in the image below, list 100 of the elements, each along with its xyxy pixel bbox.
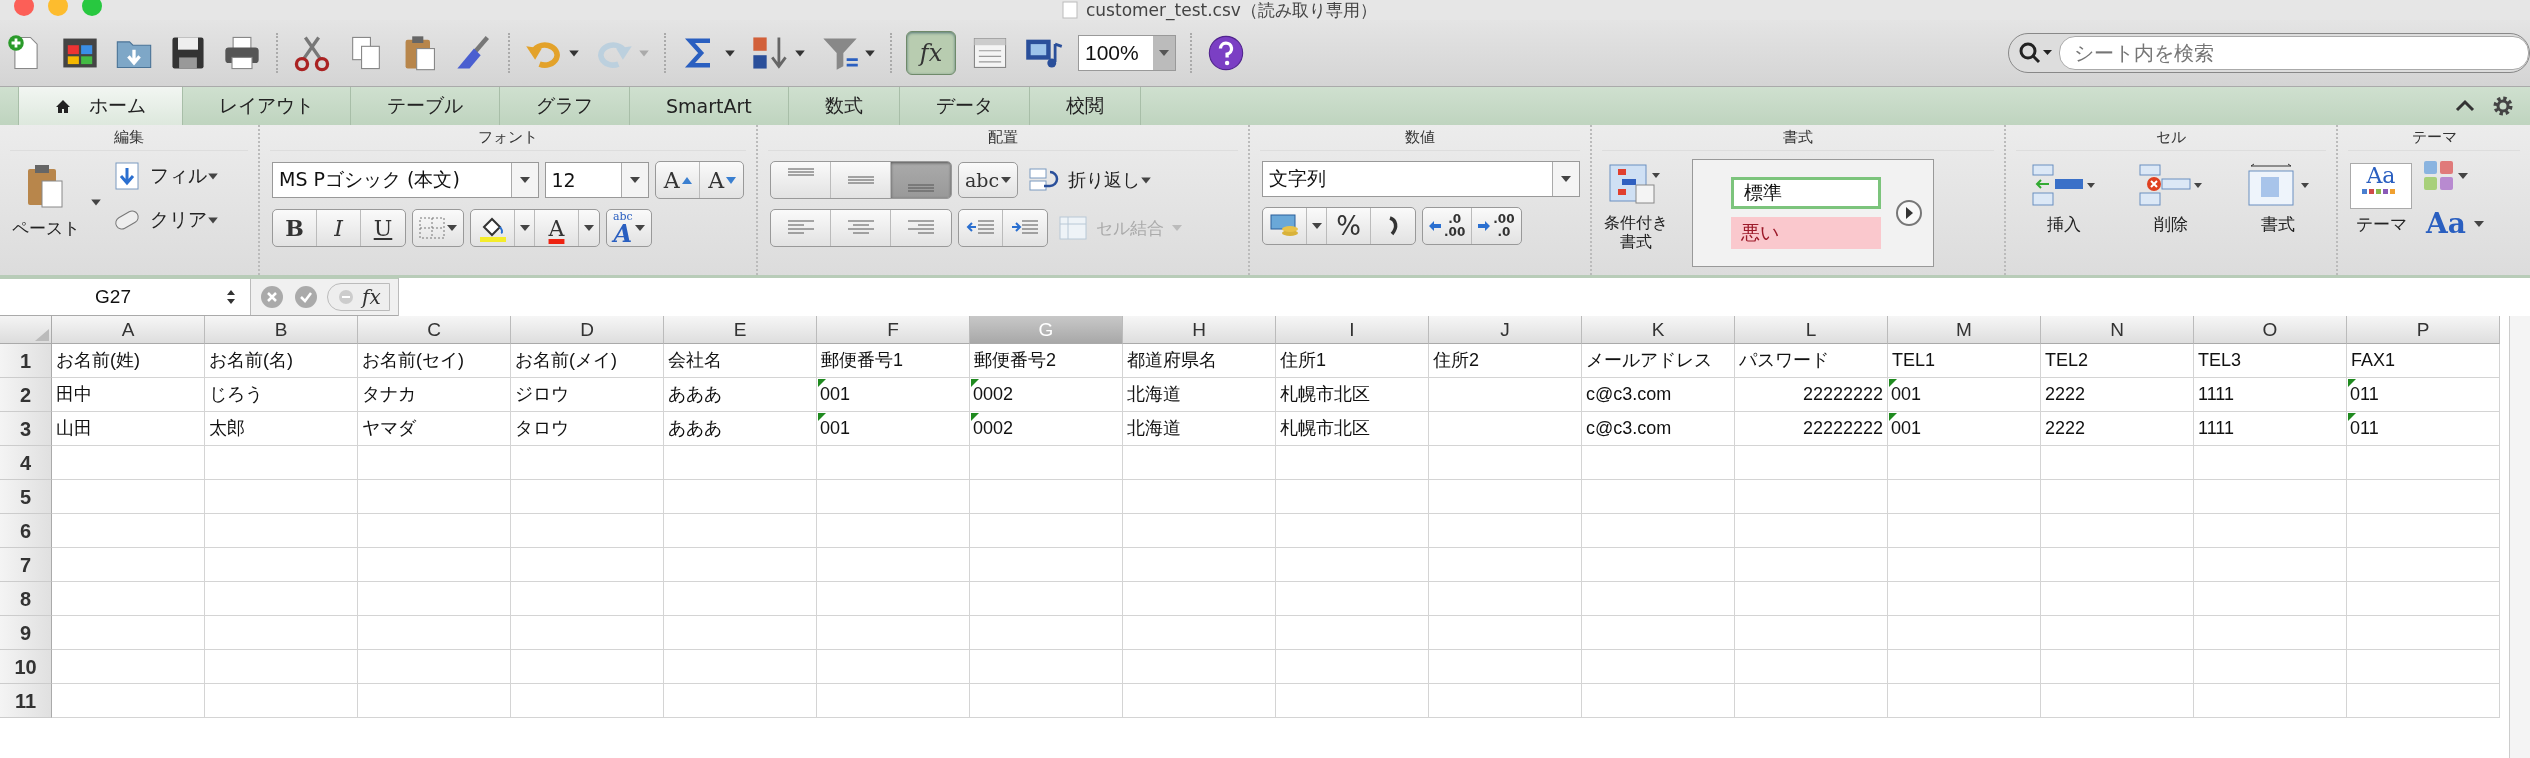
font-size-dropdown[interactable]: 12 bbox=[544, 162, 650, 198]
table-cell: 001 bbox=[1888, 378, 2041, 412]
column-header[interactable]: K bbox=[1582, 316, 1735, 344]
decrease-font-size-button[interactable]: A bbox=[700, 162, 743, 198]
table-cell: 太郎 bbox=[205, 412, 358, 446]
cell-style-swatch[interactable]: 標準 bbox=[1731, 177, 1881, 209]
table-cell: 2222 bbox=[2041, 378, 2194, 412]
cell-style-swatch[interactable]: 悪い bbox=[1731, 217, 1881, 249]
row-header[interactable]: 8 bbox=[0, 582, 52, 616]
zoom-dropdown[interactable]: 100% bbox=[1078, 35, 1176, 71]
insert-cells-icon bbox=[2031, 163, 2098, 209]
caret-icon bbox=[1561, 175, 1571, 183]
table-cell: 住所2 bbox=[1429, 344, 1582, 378]
stepper-icon[interactable] bbox=[226, 288, 236, 306]
formula-input[interactable] bbox=[397, 278, 2530, 316]
column-header[interactable]: H bbox=[1123, 316, 1276, 344]
font-name-dropdown[interactable]: MS Pゴシック (本文) bbox=[272, 162, 539, 198]
paste-button[interactable]: ペースト bbox=[8, 159, 84, 244]
row-header[interactable]: 7 bbox=[0, 548, 52, 582]
caret-icon bbox=[634, 224, 645, 232]
table-cell: c@c3.com bbox=[1582, 378, 1735, 412]
increase-font-size-button[interactable]: A bbox=[656, 162, 701, 198]
table-cell: 0002 bbox=[970, 412, 1123, 446]
table-cell: 011 bbox=[2347, 412, 2500, 446]
more-styles-icon[interactable] bbox=[1895, 199, 1923, 227]
column-header[interactable]: N bbox=[2041, 316, 2194, 344]
delete-cells-button[interactable]: 削除 bbox=[2134, 159, 2208, 240]
table-cell: お名前(メイ) bbox=[511, 344, 664, 378]
text-orientation-button[interactable]: abc bbox=[958, 162, 1019, 198]
formula-builder-button[interactable]: fx bbox=[906, 31, 956, 75]
column-header[interactable]: I bbox=[1276, 316, 1429, 344]
row-header[interactable]: 2 bbox=[0, 378, 52, 412]
column-header[interactable]: J bbox=[1429, 316, 1582, 344]
table-cell: じろう bbox=[205, 378, 358, 412]
column-header[interactable]: P bbox=[2347, 316, 2500, 344]
italic-button[interactable]: I bbox=[317, 210, 361, 246]
caret-icon bbox=[1172, 224, 1182, 232]
table-cell: タロウ bbox=[511, 412, 664, 446]
row-header[interactable]: 11 bbox=[0, 684, 52, 718]
row-header[interactable]: 1 bbox=[0, 344, 52, 378]
clear-button[interactable]: クリア bbox=[108, 203, 211, 237]
bold-button[interactable]: B bbox=[273, 210, 317, 246]
theme-fonts-button[interactable]: Aa bbox=[2422, 205, 2488, 242]
help-icon[interactable] bbox=[1206, 33, 1246, 73]
table-cell: 札幌市北区 bbox=[1276, 412, 1429, 446]
insert-function-button[interactable]: fx bbox=[327, 283, 390, 311]
wrap-text-button[interactable]: 折り返し bbox=[1024, 164, 1145, 196]
delete-cells-icon bbox=[2138, 163, 2204, 209]
column-header[interactable]: L bbox=[1735, 316, 1888, 344]
row-header[interactable]: 3 bbox=[0, 412, 52, 446]
table-cell: FAX1 bbox=[2347, 344, 2500, 378]
document-icon bbox=[1062, 1, 1078, 19]
table-cell: TEL3 bbox=[2194, 344, 2347, 378]
checkmark-icon[interactable] bbox=[293, 284, 319, 310]
text-styles-button[interactable]: abc A bbox=[606, 209, 652, 247]
error-indicator-icon bbox=[818, 413, 826, 421]
column-header[interactable]: D bbox=[511, 316, 664, 344]
column-header[interactable]: B bbox=[205, 316, 358, 344]
underline-button[interactable]: U bbox=[361, 210, 405, 246]
table-cell: 001 bbox=[1888, 412, 2041, 446]
group-title: 数値 bbox=[1260, 125, 1580, 151]
table-cell: 田中 bbox=[52, 378, 205, 412]
column-header[interactable]: M bbox=[1888, 316, 2041, 344]
table-cell: 2222 bbox=[2041, 412, 2194, 446]
caret-icon bbox=[1159, 49, 1169, 57]
table-cell: c@c3.com bbox=[1582, 412, 1735, 446]
ribbon-tab[interactable]: ホーム bbox=[18, 87, 183, 125]
column-header[interactable]: E bbox=[664, 316, 817, 344]
scrollbar[interactable] bbox=[2509, 316, 2530, 758]
fill-button[interactable]: フィル bbox=[108, 159, 211, 193]
row-header[interactable]: 6 bbox=[0, 514, 52, 548]
row-header[interactable]: 9 bbox=[0, 616, 52, 650]
table-cell: お名前(姓) bbox=[52, 344, 205, 378]
table-cell: あああ bbox=[664, 378, 817, 412]
search-field[interactable]: シート内を検索 bbox=[2008, 33, 2530, 73]
table-cell: 郵便番号1 bbox=[817, 344, 970, 378]
table-cell: 1111 bbox=[2194, 412, 2347, 446]
name-box[interactable]: G27 bbox=[0, 279, 251, 315]
error-indicator-icon bbox=[818, 379, 826, 387]
error-indicator-icon bbox=[1889, 413, 1897, 421]
column-header[interactable]: O bbox=[2194, 316, 2347, 344]
borders-icon bbox=[419, 217, 445, 239]
table-cell: 0002 bbox=[970, 378, 1123, 412]
row-header[interactable]: 5 bbox=[0, 480, 52, 514]
settings-icon[interactable] bbox=[2492, 95, 2514, 117]
collapse-ribbon-icon[interactable] bbox=[2454, 99, 2476, 113]
table-cell: 都道府県名 bbox=[1123, 344, 1276, 378]
column-header[interactable]: C bbox=[358, 316, 511, 344]
column-header[interactable]: A bbox=[52, 316, 205, 344]
insert-cells-button[interactable]: 挿入 bbox=[2027, 159, 2102, 240]
row-header[interactable]: 10 bbox=[0, 650, 52, 684]
column-header[interactable]: F bbox=[817, 316, 970, 344]
conditional-formatting-button[interactable]: 条件付き 書式 bbox=[1600, 159, 1672, 256]
caret-icon bbox=[1001, 176, 1012, 184]
number-format-dropdown[interactable]: 文字列 bbox=[1262, 161, 1580, 197]
row-header[interactable]: 4 bbox=[0, 446, 52, 480]
caret-icon bbox=[630, 176, 641, 184]
decrease-decimal-button[interactable]: .00 .0 bbox=[1472, 208, 1521, 244]
format-cells-button[interactable]: 書式 bbox=[2240, 159, 2315, 240]
increase-decimal-button[interactable]: .0 .00 bbox=[1423, 208, 1473, 244]
